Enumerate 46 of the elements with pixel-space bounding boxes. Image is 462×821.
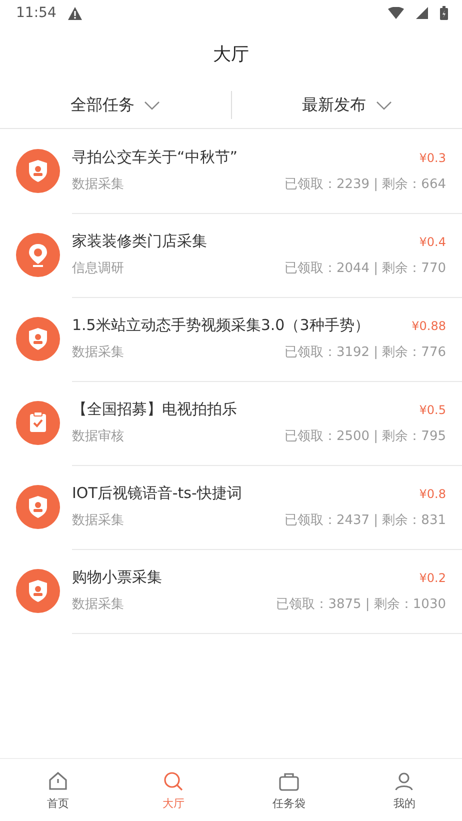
- filter-dropdown[interactable]: 全部任务: [0, 86, 230, 124]
- page-title: 大厅: [212, 43, 250, 67]
- task-price: ¥0.88: [412, 319, 446, 333]
- nav-tab[interactable]: 首页: [0, 759, 116, 821]
- task-price: ¥0.3: [419, 151, 446, 165]
- clipboard-icon: [16, 401, 60, 445]
- task-stats: 已领取：2239 | 剩余：664: [284, 176, 446, 193]
- warning-icon: [68, 6, 82, 20]
- wifi-icon: [388, 7, 404, 19]
- status-time: 11:54: [16, 5, 56, 21]
- task-stats: 已领取：2437 | 剩余：831: [284, 512, 446, 529]
- task-stats: 已领取：2500 | 剩余：795: [284, 428, 446, 445]
- pin-icon: [16, 233, 60, 277]
- task-category: 数据审核: [72, 428, 124, 445]
- task-price: ¥0.5: [419, 403, 446, 417]
- task-title[interactable]: 1.5米站立动态手势视频采集3.0（3种手势）: [72, 316, 370, 335]
- shield-icon: [16, 317, 60, 361]
- task-title[interactable]: IOT后视镜语音-ts-快捷词: [72, 484, 242, 503]
- nav-tab[interactable]: 我的: [346, 759, 462, 821]
- signal-icon: [416, 7, 428, 19]
- task-title[interactable]: 寻拍公交车关于“中秋节”: [72, 148, 238, 167]
- task-price: ¥0.4: [419, 235, 446, 249]
- chevron-down-icon: [376, 100, 392, 110]
- shield-icon: [16, 485, 60, 529]
- task-price: ¥0.2: [419, 571, 446, 585]
- home-icon: [46, 770, 69, 792]
- nav-tab[interactable]: 任务袋: [231, 759, 346, 821]
- task-stats: 已领取：3192 | 剩余：776: [284, 344, 446, 361]
- task-title[interactable]: 【全国招募】电视拍拍乐: [72, 400, 237, 419]
- chevron-down-icon: [144, 100, 160, 110]
- filter-dropdown[interactable]: 最新发布: [232, 86, 462, 124]
- shield-icon: [16, 149, 60, 193]
- task-category: 数据采集: [72, 176, 124, 193]
- task-category: 数据采集: [72, 596, 124, 613]
- task-stats: 已领取：2044 | 剩余：770: [284, 260, 446, 277]
- task-price: ¥0.8: [419, 487, 446, 501]
- task-category: 数据采集: [72, 344, 124, 361]
- task-title[interactable]: 购物小票采集: [72, 568, 162, 587]
- task-stats: 已领取：3875 | 剩余：1030: [276, 596, 446, 613]
- shield-icon: [16, 569, 60, 613]
- battery-icon: [440, 6, 448, 20]
- task-category: 数据采集: [72, 512, 124, 529]
- task-title[interactable]: 家装装修类门店采集: [72, 232, 207, 251]
- search-icon: [162, 770, 184, 792]
- task-category: 信息调研: [72, 260, 124, 277]
- user-icon: [393, 770, 416, 792]
